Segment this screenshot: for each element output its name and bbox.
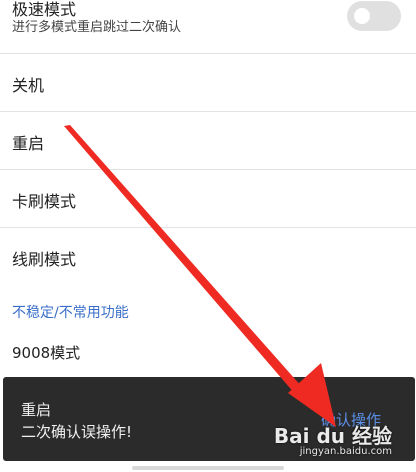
fast-mode-description: 进行多模式重启跳过二次确认 (12, 20, 182, 35)
menu-item-label: 9008模式 (12, 344, 81, 362)
menu-item-label: 线刷模式 (12, 250, 77, 269)
section-header-unstable: 不稳定/不常用功能 (12, 305, 129, 321)
menu-item-label: 关机 (12, 76, 45, 95)
watermark-url: jingyan.baidu.com (299, 446, 392, 457)
menu-item-shutdown[interactable]: 关机 (0, 54, 416, 112)
snackbar-message: 二次确认误操作! (21, 423, 133, 441)
snackbar-title: 重启 (21, 401, 52, 419)
menu-item-label: 卡刷模式 (12, 192, 77, 211)
toggle-knob (354, 8, 370, 24)
menu-item-9008-mode[interactable]: 9008模式 (0, 330, 416, 374)
home-indicator (132, 466, 284, 470)
fast-mode-toggle[interactable] (347, 1, 401, 31)
fast-mode-row[interactable]: 极速模式 进行多模式重启跳过二次确认 (0, 0, 416, 54)
menu-item-fastboot-mode[interactable]: 线刷模式 (0, 228, 416, 286)
watermark-logo: Bai du 经验 (273, 424, 392, 448)
menu-item-recovery-mode[interactable]: 卡刷模式 (0, 170, 416, 228)
menu-item-label: 重启 (12, 134, 45, 153)
menu-item-reboot[interactable]: 重启 (0, 112, 416, 170)
